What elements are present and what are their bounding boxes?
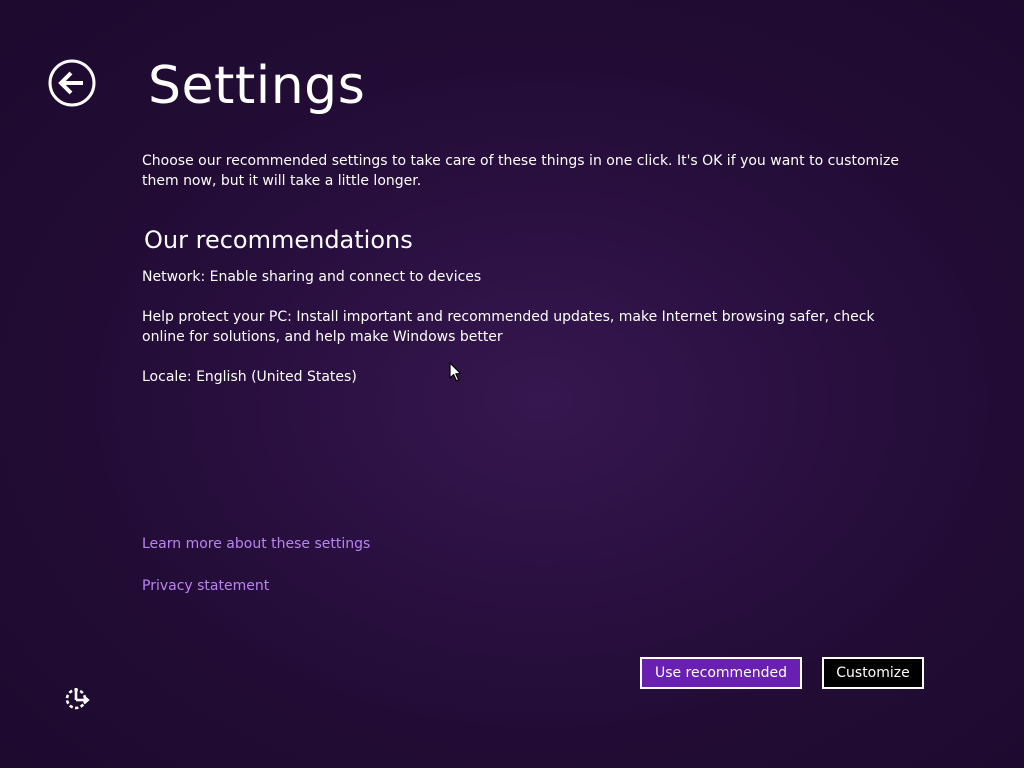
privacy-statement-link[interactable]: Privacy statement [142,576,269,596]
locale-recommendation: Locale: English (United States) [142,369,357,385]
recommendations-heading: Our recommendations [144,226,413,254]
ease-of-access-button[interactable] [63,685,93,711]
intro-text: Choose our recommended settings to take … [142,153,900,189]
network-recommendation: Network: Enable sharing and connect to d… [142,269,482,285]
use-recommended-button[interactable]: Use recommended [640,657,802,689]
back-arrow-icon [48,59,96,107]
ease-of-access-icon [65,688,90,710]
learn-more-link[interactable]: Learn more about these settings [142,534,370,554]
page-title: Settings [148,56,366,116]
protect-recommendation: Help protect your PC: Install important … [142,309,875,345]
customize-button[interactable]: Customize [822,657,924,689]
back-button[interactable] [48,59,96,107]
